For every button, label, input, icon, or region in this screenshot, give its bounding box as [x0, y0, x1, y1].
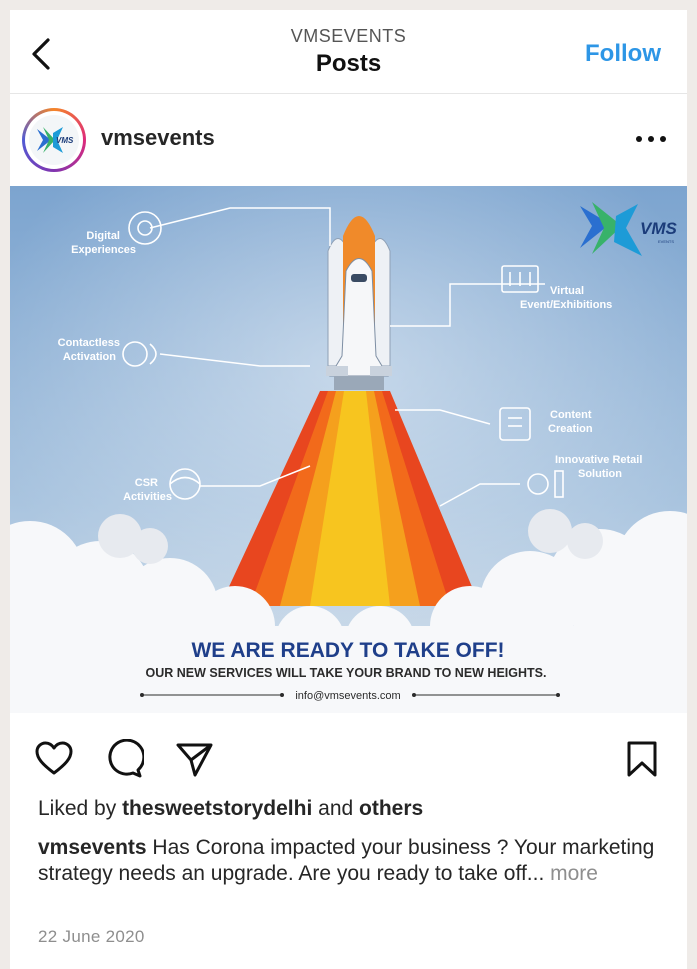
likes-summary: Liked by thesweetstorydelhi and others: [38, 797, 423, 821]
post-header: VMS vmsevents: [10, 94, 687, 186]
vms-logo-text: VMS: [640, 219, 678, 238]
more-horizontal-icon: [636, 136, 666, 142]
label-csr-line1: CSR: [135, 477, 158, 489]
send-icon: [176, 743, 213, 777]
vms-logo-subtext: EVENTS: [658, 239, 674, 244]
label-retail-line1: Innovative Retail: [555, 454, 642, 466]
liked-by-user[interactable]: thesweetstorydelhi: [122, 797, 312, 820]
avatar-logo-text: VMS: [56, 136, 74, 145]
share-button[interactable]: [174, 739, 214, 779]
label-digital-line2: Experiences: [71, 244, 136, 256]
post-date: 22 June 2020: [38, 927, 145, 946]
post-image[interactable]: Digital Experiences Virtual Event/Exhibi…: [10, 186, 687, 713]
post-actions: [10, 713, 687, 795]
label-digital-line1: Digital: [86, 230, 120, 242]
post-username[interactable]: vmsevents: [101, 125, 215, 151]
save-button[interactable]: [622, 739, 662, 779]
top-nav-bar: VMSEVENTS Posts Follow: [10, 10, 687, 94]
avatar[interactable]: VMS: [22, 108, 86, 172]
follow-button[interactable]: Follow: [585, 40, 661, 68]
instagram-post-screen: VMSEVENTS Posts Follow VMS vmsevents Dig…: [10, 10, 687, 969]
label-retail-line2: Solution: [578, 468, 622, 480]
comment-icon: [108, 738, 146, 778]
avatar-logo: VMS: [29, 115, 79, 165]
label-contactless-line2: Activation: [63, 351, 116, 363]
likes-others[interactable]: others: [359, 797, 423, 820]
likes-joiner: and: [318, 797, 354, 820]
label-contactless-line1: Contactless: [58, 337, 120, 349]
image-email: info@vmsevents.com: [295, 690, 400, 702]
post-caption: vmsevents Has Corona impacted your busin…: [38, 835, 658, 887]
more-options-button[interactable]: [633, 124, 669, 154]
image-headline: WE ARE READY TO TAKE OFF!: [191, 639, 504, 662]
comment-button[interactable]: [104, 738, 146, 779]
bookmark-icon: [627, 741, 657, 777]
label-content-line2: Creation: [548, 423, 593, 435]
post-image-artwork: Digital Experiences Virtual Event/Exhibi…: [10, 186, 687, 713]
label-virtual-line1: Virtual: [550, 285, 584, 297]
like-button[interactable]: [34, 739, 74, 779]
label-content-line1: Content: [550, 409, 592, 421]
caption-username[interactable]: vmsevents: [38, 836, 147, 859]
label-virtual-line2: Event/Exhibitions: [520, 299, 612, 311]
image-subline: OUR NEW SERVICES WILL TAKE YOUR BRAND TO…: [146, 666, 547, 680]
likes-prefix: Liked by: [38, 797, 117, 820]
label-csr-line2: Activities: [123, 491, 172, 503]
heart-icon: [35, 741, 73, 775]
caption-more-link[interactable]: more: [550, 862, 598, 885]
